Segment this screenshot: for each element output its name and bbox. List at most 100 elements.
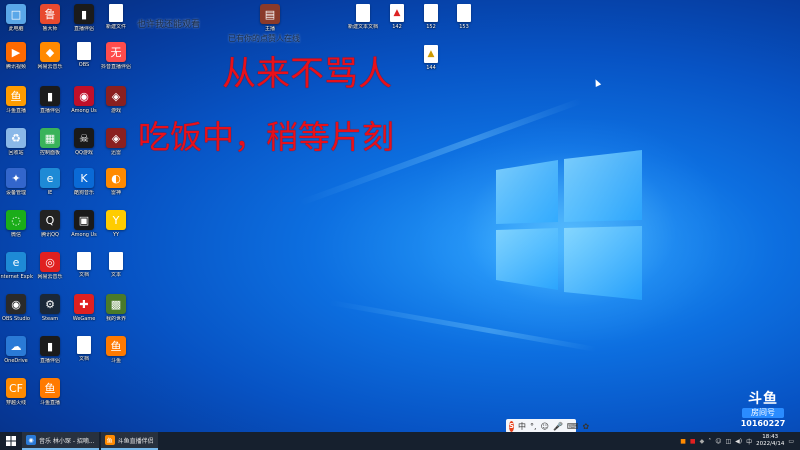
clock-time: 18:43 [762,434,779,440]
taskbar: ◉ 音乐 林小琛 - 招嘀... 鱼 斗鱼直播伴侣 ■ ■ ◆ ˄ ☺ ◫ ◀)… [0,432,800,450]
desktop-icon[interactable]: ☠ QQ游戏 [68,128,100,168]
desktop-icon[interactable]: ♻ 回收站 [0,128,32,168]
desktop-icon[interactable]: ◌ 微信 [0,210,32,250]
ime-keyboard-icon[interactable]: ⌨ [567,422,579,431]
app-icon: ⚙ [40,294,60,314]
desktop-icon[interactable]: K 酷狗音乐 [68,168,100,208]
desktop-icon[interactable]: ✦ 设备管理 [0,168,32,208]
system-tray: ■ ■ ◆ ˄ ☺ ◫ ◀) 中 18:43 2022/4/14 ▭ [680,432,794,450]
recycle-bin-icon: ♻ [6,128,26,148]
desktop-icon-label: YY [112,232,120,238]
desktop-icon[interactable]: ◐ 雷神 [100,168,132,208]
app-icon: ▦ [40,128,60,148]
taskbar-item-douyu[interactable]: 鱼 斗鱼直播伴侣 [100,432,158,450]
desktop-icon-label: 微信 [10,232,21,238]
app-icon: 鲁 [40,4,60,24]
notification-icon[interactable]: ▭ [788,438,794,445]
music-app-icon: ◉ [26,435,36,445]
taskbar-clock[interactable]: 18:43 2022/4/14 [756,434,784,448]
desktop-icon[interactable]: CF 穿越火线 [0,378,32,418]
desktop-icon[interactable]: □ 此电脑 [0,4,32,44]
tray-app-icon[interactable]: ◆ [700,438,705,445]
desktop-icon[interactable]: 鱼斗鱼直播 [34,378,66,418]
desktop-icon[interactable]: ▶ 腾讯视频 [0,42,32,82]
desktop-icon[interactable]: OBS [68,42,100,82]
desktop-icon[interactable]: 新建文件 [100,4,132,44]
app-icon: ☠ [74,128,94,148]
network-icon[interactable]: ◫ [725,438,731,445]
desktop-icon[interactable]: 文本 [100,252,132,292]
desktop-icon[interactable]: ◉ OBS Studio [0,294,32,334]
tray-app-icon[interactable]: ■ [690,438,696,445]
start-button[interactable] [0,432,22,450]
app-icon: ☁ [6,336,26,356]
ime-toolbar[interactable]: S 中 °, ☺ 🎤 ⌨ ✿ [506,419,589,433]
desktop-icon-file-152[interactable]: 152 [415,4,447,44]
desktop-icon-label: 回收站 [8,150,24,156]
desktop-icon[interactable]: ◆ 网易云音乐 [34,42,66,82]
tray-app-icon[interactable]: ■ [680,438,686,445]
desktop-icon[interactable]: 鲁鲁大师 [34,4,66,44]
ime-emoji-icon[interactable]: ☺ [541,422,549,431]
desktop-icon-file-144[interactable]: ▲ 144 [415,45,447,85]
watermark-room-label: 房间号 [742,408,784,418]
app-icon: Y [106,210,126,230]
desktop-icon-label: 迅雷 [110,150,121,156]
desktop-icon[interactable]: ◈ 迅雷 [100,128,132,168]
app-icon: ▶ [6,42,26,62]
volume-icon[interactable]: ◀) [735,438,742,445]
desktop-icon[interactable]: 无抖音直播伴侣 [100,42,132,82]
image-file-icon: ▲ [424,45,438,63]
desktop-icon[interactable]: ▣ Among Us [68,210,100,250]
app-icon: ✦ [6,168,26,188]
ime-punct-toggle[interactable]: °, [530,422,537,431]
desktop-icon[interactable]: e IE [34,168,66,208]
ime-skin-icon[interactable]: ✿ [582,422,589,431]
desktop-icon[interactable]: ▩ 我的世界 [100,294,132,334]
desktop-icon-file-142[interactable]: ▲ 142 [381,4,413,44]
desktop-icon[interactable]: ▮ 直播伴侣 [68,4,100,44]
app-icon: ▮ [40,336,60,356]
ime-indicator[interactable]: 中 [746,437,752,446]
ime-voice-icon[interactable]: 🎤 [553,422,563,431]
desktop-icon[interactable]: 文档 [68,252,100,292]
desktop-icon-label: QQ游戏 [75,150,93,156]
computer-icon: □ [6,4,26,24]
desktop-icon[interactable]: ▮ 直播伴侣 [34,86,66,126]
chevron-up-icon[interactable]: ˄ [708,438,711,445]
watermark-room-number: 10160227 [740,419,786,428]
desktop-icon[interactable]: 鱼斗鱼 [100,336,132,376]
app-icon: 鱼 [40,378,60,398]
desktop-icon[interactable]: ◉ Among Us [68,86,100,126]
app-icon: 鱼 [6,86,26,106]
app-icon: ◉ [74,86,94,106]
desktop-icon[interactable]: ◈ 游戏 [100,86,132,126]
desktop-icon[interactable]: ▦ 控制面板 [34,128,66,168]
person-icon[interactable]: ☺ [715,438,721,445]
desktop-icon-center-app[interactable]: ▤ 主播 [254,4,286,44]
desktop-icon-label: 腾讯视频 [5,64,26,70]
desktop-icon[interactable]: ▮ 直播伴侣 [34,336,66,376]
desktop-icon[interactable]: 鱼斗鱼直播 [0,86,32,126]
desktop-icon-label: Among Us [71,108,97,114]
desktop-icon[interactable]: ☁ OneDrive [0,336,32,376]
desktop-icon[interactable]: Y YY [100,210,132,250]
overlay-text-line1: 从来不骂人 [222,54,392,94]
desktop-icon[interactable]: Q 腾讯QQ [34,210,66,250]
desktop-icon[interactable]: ◎ 网易云音乐 [34,252,66,292]
desktop-icon-label: 雷神 [110,190,121,196]
desktop-icon-label: 144 [426,65,436,71]
desktop-icon[interactable]: ⚙ Steam [34,294,66,334]
document-icon [356,4,370,22]
app-icon: ▩ [106,294,126,314]
desktop-icon-label: OneDrive [4,358,28,364]
desktop-icon-new-text-doc[interactable]: 新建文本文档 [347,4,379,44]
ime-mode-toggle[interactable]: 中 [518,421,526,432]
desktop-icon[interactable]: ✚ WeGame [68,294,100,334]
desktop-icon-file-153[interactable]: 153 [448,4,480,44]
sogou-ime-icon[interactable]: S [509,420,515,432]
desktop-icon[interactable]: 文档 [68,336,100,376]
desktop-icon[interactable]: e Internet Explorer [0,252,33,292]
taskbar-item-music[interactable]: ◉ 音乐 林小琛 - 招嘀... [22,432,99,450]
app-icon: ◐ [106,168,126,188]
